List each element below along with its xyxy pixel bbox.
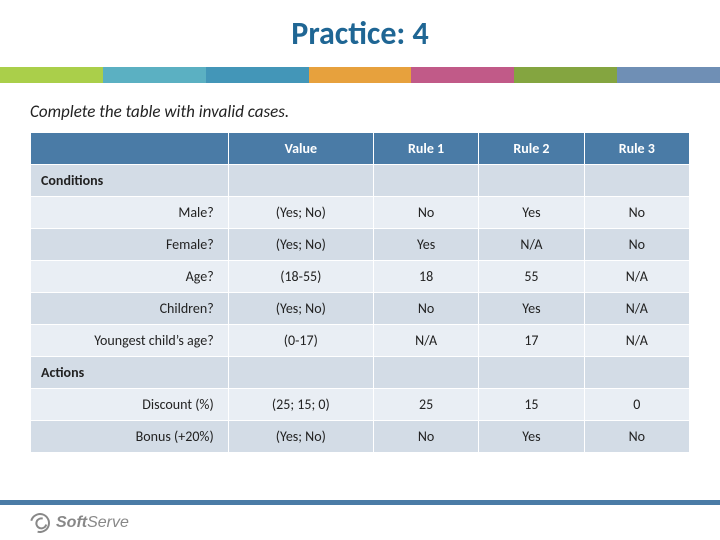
cell-value: (0-17) <box>228 325 373 357</box>
cell-rule-2: 17 <box>479 325 584 357</box>
condition-row-2: Age?(18-55)1855N/A <box>31 261 690 293</box>
cell-rule-2: 15 <box>479 389 584 421</box>
table-header-rule-3: Rule 3 <box>584 133 689 165</box>
row-label: Age? <box>31 261 229 293</box>
cell-rule-2: Yes <box>479 197 584 229</box>
section-actions-blank <box>228 357 373 389</box>
condition-row-3: Children?(Yes; No)NoYesN/A <box>31 293 690 325</box>
cell-rule-1: Yes <box>373 229 478 261</box>
cell-rule-3: N/A <box>584 293 689 325</box>
softserve-logo-icon <box>26 509 53 536</box>
row-label: Children? <box>31 293 229 325</box>
row-label: Youngest child’s age? <box>31 325 229 357</box>
cell-rule-3: No <box>584 197 689 229</box>
cell-rule-1: No <box>373 421 478 453</box>
cell-rule-2: Yes <box>479 293 584 325</box>
cell-value: (Yes; No) <box>228 421 373 453</box>
cell-rule-3: N/A <box>584 325 689 357</box>
cell-rule-3: No <box>584 229 689 261</box>
table-header-blank <box>31 133 229 165</box>
section-conditions-blank <box>373 165 478 197</box>
section-actions-blank <box>373 357 478 389</box>
table-header-rule-1: Rule 1 <box>373 133 478 165</box>
section-conditions-blank <box>479 165 584 197</box>
cell-rule-3: No <box>584 421 689 453</box>
logo-light: Serve <box>87 514 129 531</box>
cell-value: (25; 15; 0) <box>228 389 373 421</box>
decision-table: Value Rule 1 Rule 2 Rule 3 ConditionsMal… <box>30 132 690 453</box>
logo-bold: Soft <box>56 514 87 531</box>
action-row-1: Bonus (+20%)(Yes; No)NoYesNo <box>31 421 690 453</box>
cell-rule-2: 55 <box>479 261 584 293</box>
cell-rule-1: 25 <box>373 389 478 421</box>
cell-value: (18-55) <box>228 261 373 293</box>
section-actions-blank <box>584 357 689 389</box>
section-actions-blank <box>479 357 584 389</box>
table-header-value: Value <box>228 133 373 165</box>
action-row-0: Discount (%)(25; 15; 0)25150 <box>31 389 690 421</box>
section-conditions: Conditions <box>31 165 690 197</box>
footer: SoftServe <box>0 500 720 540</box>
section-conditions-blank <box>228 165 373 197</box>
cell-rule-1: No <box>373 293 478 325</box>
color-stripe <box>0 67 720 83</box>
row-label: Male? <box>31 197 229 229</box>
cell-rule-3: N/A <box>584 261 689 293</box>
cell-rule-1: 18 <box>373 261 478 293</box>
cell-value: (Yes; No) <box>228 197 373 229</box>
table-header-rule-2: Rule 2 <box>479 133 584 165</box>
row-label: Discount (%) <box>31 389 229 421</box>
condition-row-1: Female?(Yes; No)YesN/ANo <box>31 229 690 261</box>
section-conditions-label: Conditions <box>31 165 229 197</box>
cell-rule-2: N/A <box>479 229 584 261</box>
section-actions-label: Actions <box>31 357 229 389</box>
cell-value: (Yes; No) <box>228 293 373 325</box>
section-conditions-blank <box>584 165 689 197</box>
cell-rule-1: N/A <box>373 325 478 357</box>
instruction-text: Complete the table with invalid cases. <box>0 83 720 132</box>
softserve-logo-text: SoftServe <box>56 514 129 532</box>
condition-row-0: Male?(Yes; No)NoYesNo <box>31 197 690 229</box>
row-label: Bonus (+20%) <box>31 421 229 453</box>
row-label: Female? <box>31 229 229 261</box>
cell-rule-1: No <box>373 197 478 229</box>
cell-rule-3: 0 <box>584 389 689 421</box>
page-title: Practice: 4 <box>0 0 720 67</box>
condition-row-4: Youngest child’s age?(0-17)N/A17N/A <box>31 325 690 357</box>
cell-rule-2: Yes <box>479 421 584 453</box>
table-header-row: Value Rule 1 Rule 2 Rule 3 <box>31 133 690 165</box>
cell-value: (Yes; No) <box>228 229 373 261</box>
section-actions: Actions <box>31 357 690 389</box>
